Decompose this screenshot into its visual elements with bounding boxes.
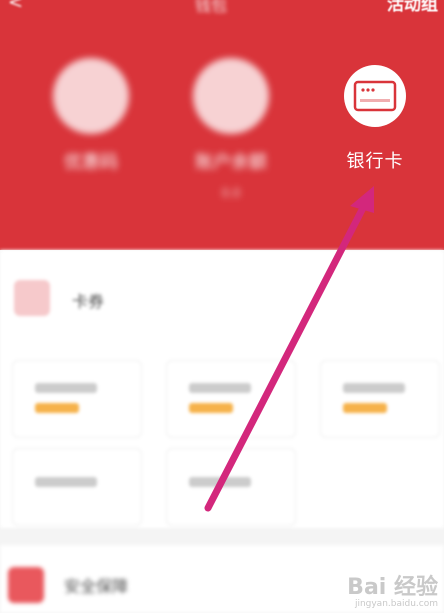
tile-bank-card-label: 银行卡	[346, 151, 404, 172]
voucher-card[interactable]	[166, 448, 296, 526]
tile-balance-amount: 0.0	[221, 186, 241, 200]
watermark-text: Bai 经验	[347, 575, 438, 600]
shield-icon	[8, 567, 44, 603]
header-bar: < 钱包 活动组 优惠码 账户余额 0.0 银行卡	[0, 0, 444, 250]
wallet-yuan-icon	[193, 58, 269, 134]
watermark-url: jingyan.baidu.com	[354, 599, 438, 609]
tile-balance-label: 账户余额	[195, 152, 267, 173]
tile-bank-card[interactable]: 银行卡	[320, 58, 430, 173]
tile-coupon-label: 优惠码	[64, 152, 118, 173]
baidu-watermark: Bai 经验 jingyan.baidu.com	[347, 569, 438, 609]
security-section-title: 安全保障	[64, 577, 129, 596]
back-icon[interactable]: <	[8, 0, 23, 13]
tile-balance[interactable]: 账户余额 0.0	[176, 58, 286, 200]
cards-section: 卡券	[0, 250, 444, 528]
voucher-card[interactable]	[320, 360, 440, 438]
page-title: 钱包	[195, 0, 228, 15]
voucher-card[interactable]	[166, 360, 296, 438]
activity-link[interactable]: 活动组	[387, 0, 438, 15]
card-icon	[14, 280, 50, 316]
coupon-icon	[53, 58, 129, 134]
tile-coupon[interactable]: 优惠码	[36, 58, 146, 174]
voucher-card[interactable]	[12, 360, 142, 438]
voucher-card[interactable]	[12, 448, 142, 526]
cards-section-title: 卡券	[72, 292, 105, 311]
bank-card-icon	[344, 65, 406, 127]
